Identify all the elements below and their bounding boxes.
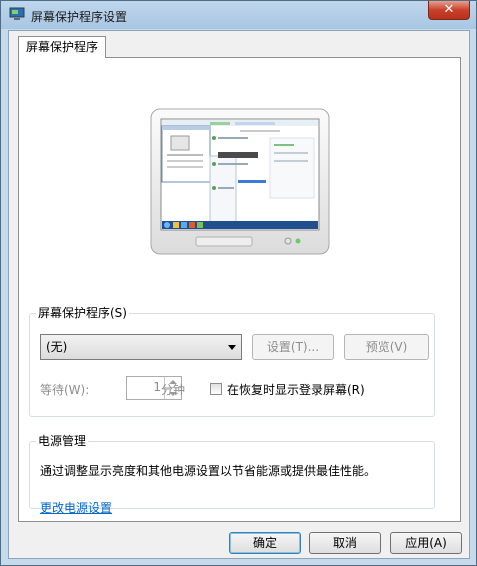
resume-login-checkbox[interactable] xyxy=(210,383,222,395)
preview-button[interactable]: 预览(V) xyxy=(344,334,429,360)
tab-screensaver[interactable]: 屏幕保护程序 xyxy=(18,36,107,58)
close-icon: ✕ xyxy=(443,2,455,17)
power-group-label: 电源管理 xyxy=(36,434,89,448)
screensaver-select-value: (无) xyxy=(46,340,68,354)
ok-button[interactable]: 确定 xyxy=(229,532,301,554)
cancel-button[interactable]: 取消 xyxy=(309,532,381,554)
resume-login-label[interactable]: 在恢复时显示登录屏幕(R) xyxy=(227,381,365,398)
change-power-settings-link[interactable]: 更改电源设置 xyxy=(40,499,112,516)
monitor-preview-image xyxy=(150,108,330,255)
display-icon xyxy=(9,7,25,20)
wait-label: 等待(W): xyxy=(40,383,90,397)
power-group: 电源管理 通过调整显示亮度和其他电源设置以节省能源或提供最佳性能。 更改电源设置 xyxy=(29,434,435,515)
dialog-window: 屏幕保护程序设置 ✕ 屏幕保护程序 屏幕保护程序(S) (无) 设置(T)...… xyxy=(0,0,477,566)
dialog-body: 屏幕保护程序 屏幕保护程序(S) (无) 设置(T)... 预览(V) 等待(W… xyxy=(8,30,470,559)
screensaver-group-label: 屏幕保护程序(S) xyxy=(36,306,129,320)
screensaver-group: 屏幕保护程序(S) (无) 设置(T)... 预览(V) 等待(W): 1 分钟 xyxy=(29,306,435,417)
wait-unit-label: 分钟 xyxy=(161,383,186,397)
chevron-down-icon xyxy=(228,345,236,350)
settings-button[interactable]: 设置(T)... xyxy=(252,334,334,360)
title-bar[interactable]: 屏幕保护程序设置 ✕ xyxy=(1,1,476,29)
screensaver-select[interactable]: (无) xyxy=(40,334,242,360)
window-title: 屏幕保护程序设置 xyxy=(31,10,128,24)
power-description: 通过调整显示亮度和其他电源设置以节省能源或提供最佳性能。 xyxy=(40,464,377,478)
apply-button[interactable]: 应用(A) xyxy=(390,532,462,554)
tab-panel: 屏幕保护程序(S) (无) 设置(T)... 预览(V) 等待(W): 1 分钟 xyxy=(18,57,461,522)
close-button[interactable]: ✕ xyxy=(428,1,470,20)
wait-value: 1 xyxy=(153,380,161,394)
